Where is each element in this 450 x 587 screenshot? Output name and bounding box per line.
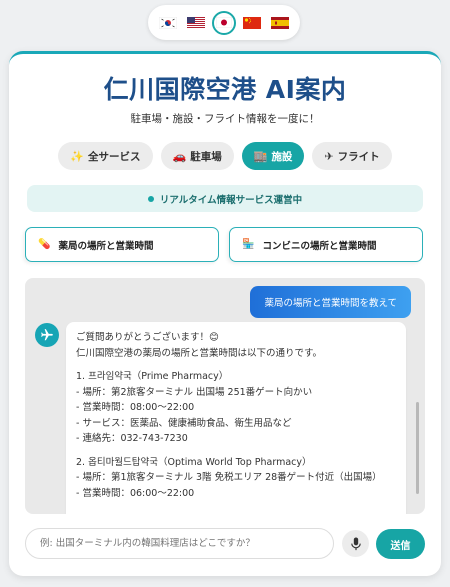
quick-action-pharmacy[interactable]: 💊 薬局の場所と営業時間 xyxy=(25,227,219,262)
bot-avatar-airplane-icon xyxy=(35,323,59,347)
tab-label: 全サービス xyxy=(88,150,141,163)
bot-message-line: - サービス：医薬品、健康補助食品、衛生用品など xyxy=(76,417,292,429)
airplane-icon: ✈ xyxy=(324,149,334,163)
status-text: リアルタイム情報サービス運営中 xyxy=(159,194,303,206)
us-flag-icon[interactable] xyxy=(184,11,208,35)
tab-label: 施設 xyxy=(271,150,293,163)
status-dot-icon xyxy=(147,195,154,202)
microphone-icon[interactable] xyxy=(342,530,369,557)
message-input[interactable] xyxy=(25,528,334,559)
send-button[interactable]: 送信 xyxy=(376,529,425,559)
bot-message-line: ご質問ありがとうございます！😊 xyxy=(76,332,219,343)
input-row: 送信 xyxy=(25,528,425,560)
page-subtitle: 駐車場・施設・フライト情報を一度に！ xyxy=(130,113,320,125)
bot-message: ご質問ありがとうございます！😊 仁川国際空港の薬局の場所と営業時間は以下の通りで… xyxy=(66,322,406,514)
bot-message-line: - 連絡先：032-743-7230 xyxy=(76,433,188,444)
quick-action-label: コンビニの場所と営業時間 xyxy=(262,240,377,252)
quick-action-convenience-store[interactable]: 🏪 コンビニの場所と営業時間 xyxy=(229,227,423,262)
facility-icon: 🏬 xyxy=(253,149,268,163)
china-flag-icon[interactable] xyxy=(240,11,264,35)
bot-message-line: 2. 옵티마월드탑약국（Optima World Top Pharmacy） xyxy=(76,456,312,468)
bot-message-line: - 営業時間：06:00～22:00 xyxy=(76,487,195,499)
store-icon: 🏪 xyxy=(242,239,255,250)
japan-flag-icon[interactable] xyxy=(212,10,236,35)
status-banner: リアルタイム情報サービス運営中 xyxy=(27,185,423,212)
quick-action-label: 薬局の場所と営業時間 xyxy=(58,240,154,252)
tab-parking[interactable]: 🚗 駐車場 xyxy=(160,142,234,170)
bot-message-line: 仁川国際空港の薬局の場所と営業時間は以下の通りです。 xyxy=(76,347,323,359)
tab-facilities[interactable]: 🏬 施設 xyxy=(241,142,305,170)
service-tabs: ✨ 全サービス 🚗 駐車場 🏬 施設 ✈ フライト xyxy=(9,142,441,170)
tab-all-services[interactable]: ✨ 全サービス xyxy=(58,142,153,170)
bot-message-line: - 営業時間：08:00～22:00 xyxy=(76,402,195,413)
tab-label: 駐車場 xyxy=(190,150,222,163)
car-icon: 🚗 xyxy=(172,149,187,163)
spain-flag-icon[interactable] xyxy=(268,11,292,35)
korea-flag-icon[interactable] xyxy=(156,11,180,35)
tab-flights[interactable]: ✈ フライト xyxy=(312,142,392,170)
chat-scrollbar[interactable] xyxy=(416,402,419,494)
language-selector xyxy=(148,5,300,40)
tab-label: フライト xyxy=(337,150,380,163)
chat-area[interactable]: 薬局の場所と営業時間を教えて ご質問ありがとうございます！😊 仁川国際空港の薬局… xyxy=(25,278,425,514)
user-message: 薬局の場所と営業時間を教えて xyxy=(250,286,411,318)
pill-icon: 💊 xyxy=(38,239,51,250)
bot-message-line: - 場所：第2旅客ターミナル 出国場 251番ゲート向かい xyxy=(76,386,313,398)
sparkle-icon: ✨ xyxy=(70,149,85,163)
page-title: 仁川国際空港 AI案内 xyxy=(103,75,347,104)
main-card: 仁川国際空港 AI案内 駐車場・施設・フライト情報を一度に！ ✨ 全サービス 🚗… xyxy=(9,51,441,576)
bot-message-line: 1. 프라임약국（Prime Pharmacy） xyxy=(76,371,229,382)
bot-message-line: - 場所：第1旅客ターミナル 3階 免税エリア 28番ゲート付近（出国場） xyxy=(76,472,382,483)
